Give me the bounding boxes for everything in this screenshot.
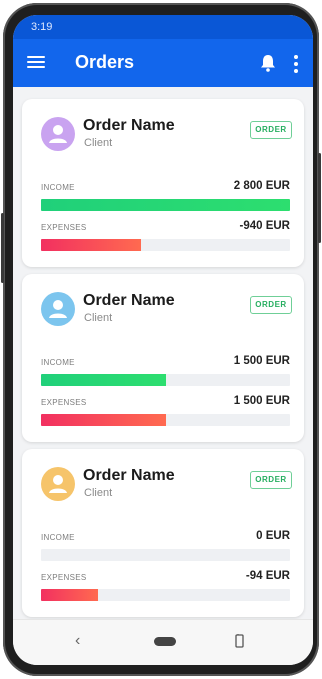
person-icon xyxy=(41,292,75,326)
order-client: Client xyxy=(84,137,113,149)
expenses-label: EXPENSES xyxy=(41,398,87,407)
order-client: Client xyxy=(84,312,113,324)
back-icon[interactable]: ‹ xyxy=(75,632,80,650)
expenses-label: EXPENSES xyxy=(41,573,87,582)
screen: 3:19 Orders Order Name Client ORDER INCO… xyxy=(13,15,313,665)
income-label: INCOME xyxy=(41,358,75,367)
income-value: 1 500 EUR xyxy=(233,355,290,367)
income-bar xyxy=(41,549,290,561)
order-badge[interactable]: ORDER xyxy=(250,121,292,139)
person-icon xyxy=(41,467,75,501)
rotate-icon[interactable] xyxy=(235,634,244,648)
page-title: Orders xyxy=(75,52,135,72)
order-name: Order Name xyxy=(83,292,175,309)
expenses-value: 1 500 EUR xyxy=(233,395,290,407)
expenses-label: EXPENSES xyxy=(41,223,87,232)
app-bar: Orders xyxy=(13,39,313,87)
more-vertical-icon[interactable] xyxy=(293,53,299,73)
order-card[interactable]: Order Name Client ORDER INCOME 0 EUR EXP… xyxy=(22,449,304,617)
hamburger-icon[interactable] xyxy=(27,53,45,73)
order-card[interactable]: Order Name Client ORDER INCOME 1 500 EUR… xyxy=(22,274,304,442)
person-icon xyxy=(41,117,75,151)
status-bar: 3:19 xyxy=(13,15,313,39)
income-label: INCOME xyxy=(41,183,75,192)
expenses-bar xyxy=(41,239,290,251)
income-value: 0 EUR xyxy=(256,530,290,542)
status-time: 3:19 xyxy=(31,21,53,33)
order-name: Order Name xyxy=(83,467,175,484)
expenses-value: -940 EUR xyxy=(239,220,291,232)
expenses-value: -94 EUR xyxy=(245,570,290,582)
income-value: 2 800 EUR xyxy=(233,180,290,192)
order-badge[interactable]: ORDER xyxy=(250,471,292,489)
home-pill-icon[interactable] xyxy=(154,637,176,646)
order-badge[interactable]: ORDER xyxy=(250,296,292,314)
order-name: Order Name xyxy=(83,117,175,134)
income-bar xyxy=(41,199,290,211)
expenses-bar xyxy=(41,589,290,601)
expenses-bar xyxy=(41,414,290,426)
income-label: INCOME xyxy=(41,533,75,542)
bell-icon[interactable] xyxy=(259,53,277,73)
phone-frame: 3:19 Orders Order Name Client ORDER INCO… xyxy=(1,3,321,676)
system-nav-bar: ‹ xyxy=(13,619,313,665)
income-bar xyxy=(41,374,290,386)
volume-button xyxy=(1,213,4,283)
order-card[interactable]: Order Name Client ORDER INCOME 2 800 EUR… xyxy=(22,99,304,267)
power-button xyxy=(318,153,321,243)
order-client: Client xyxy=(84,487,113,499)
